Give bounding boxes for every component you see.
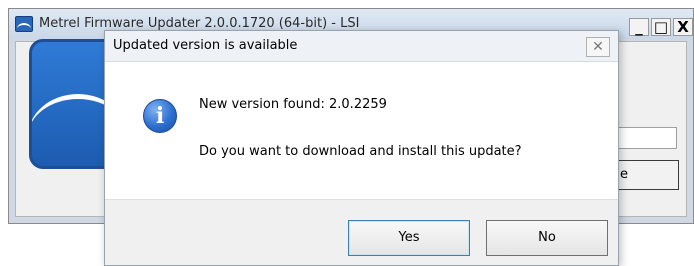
information-icon: i: [143, 99, 177, 133]
background-text-field[interactable]: [615, 127, 677, 149]
dialog-button-bar: Yes No: [105, 199, 618, 265]
dialog-titlebar[interactable]: Updated version is available ✕: [105, 31, 618, 62]
dialog-title: Updated version is available: [113, 38, 298, 53]
install-question: Do you want to download and install this…: [199, 144, 522, 159]
yes-button[interactable]: Yes: [348, 220, 470, 256]
new-version-message: New version found: 2.0.2259: [199, 97, 387, 112]
app-icon: [15, 16, 33, 32]
background-window-title: Metrel Firmware Updater 2.0.0.1720 (64-b…: [39, 16, 360, 31]
no-button[interactable]: No: [486, 220, 608, 256]
dialog-close-button[interactable]: ✕: [586, 37, 610, 57]
maximize-button[interactable]: □: [651, 18, 671, 36]
close-button[interactable]: X: [673, 18, 693, 36]
update-dialog: Updated version is available ✕ i New ver…: [104, 30, 619, 266]
background-button[interactable]: e: [615, 160, 679, 190]
minimize-button[interactable]: _: [629, 18, 649, 36]
